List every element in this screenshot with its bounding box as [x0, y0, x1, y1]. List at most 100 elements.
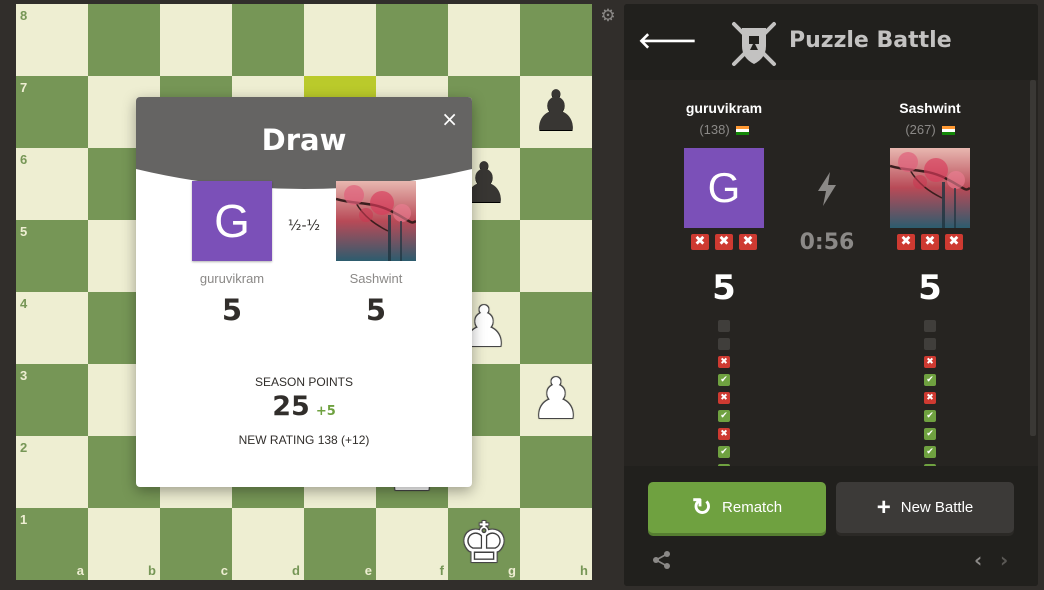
modal-header-background: [136, 97, 472, 189]
white-pawn-h3[interactable]: ♟: [520, 364, 592, 436]
x-icon: ✖: [718, 392, 730, 404]
check-icon: ✔: [718, 374, 730, 386]
panel-player1-score: 5: [712, 268, 736, 308]
square-e8[interactable]: [304, 4, 376, 76]
square-h5[interactable]: [520, 220, 592, 292]
lightning-bolt-icon: [818, 172, 836, 206]
square-f8[interactable]: [376, 4, 448, 76]
panel-header: 🡐 Puzzle Battle: [624, 4, 1038, 80]
season-points-row: 25 +5: [136, 391, 472, 422]
game-score: ½-½: [287, 218, 321, 234]
square-b8[interactable]: [88, 4, 160, 76]
x-icon: ✖: [924, 392, 936, 404]
square-a5[interactable]: 5: [16, 220, 88, 292]
square-c1[interactable]: c: [160, 508, 232, 580]
square-a8[interactable]: 8: [16, 4, 88, 76]
modal-title: Draw: [261, 123, 347, 157]
panel-player2-score: 5: [918, 268, 942, 308]
file-label: f: [439, 563, 444, 578]
square-f1[interactable]: f: [376, 508, 448, 580]
panel-player2-name[interactable]: Sashwint: [860, 100, 1000, 116]
check-icon: ✔: [924, 410, 936, 422]
empty-result-icon: [718, 338, 730, 350]
file-label: a: [76, 563, 84, 578]
rank-label: 2: [20, 440, 28, 455]
square-b1[interactable]: b: [88, 508, 160, 580]
battle-timer: 0:56: [799, 230, 855, 255]
chevron-right-icon[interactable]: ›: [1000, 548, 1008, 572]
square-h1[interactable]: h: [520, 508, 592, 580]
rank-label: 4: [20, 296, 28, 311]
panel-player1-avatar[interactable]: G: [684, 148, 764, 228]
x-icon: ✖: [718, 356, 730, 368]
square-h8[interactable]: [520, 4, 592, 76]
player1-name[interactable]: guruvikram: [172, 271, 292, 286]
season-points-label: SEASON POINTS: [254, 375, 354, 389]
player2-name[interactable]: Sashwint: [316, 271, 436, 286]
rematch-label: Rematch: [722, 499, 783, 516]
share-icon[interactable]: [652, 550, 672, 570]
square-h6[interactable]: [520, 148, 592, 220]
square-e1[interactable]: e: [304, 508, 376, 580]
black-pawn-h7[interactable]: ♟: [520, 76, 592, 148]
square-a1[interactable]: 1a: [16, 508, 88, 580]
close-icon[interactable]: ×: [441, 109, 458, 129]
rank-label: 1: [20, 512, 28, 527]
file-label: c: [220, 563, 228, 578]
check-icon: ✔: [924, 374, 936, 386]
square-d1[interactable]: d: [232, 508, 304, 580]
strike-x-icon: ✖: [897, 234, 915, 250]
season-points-delta: +5: [315, 404, 336, 419]
square-a2[interactable]: 2: [16, 436, 88, 508]
back-arrow-icon[interactable]: 🡐: [638, 30, 697, 54]
results-scrollbar[interactable]: [1030, 80, 1036, 436]
square-g8[interactable]: [448, 4, 520, 76]
rank-label: 3: [20, 368, 28, 383]
check-icon: ✔: [718, 446, 730, 458]
square-h4[interactable]: [520, 292, 592, 364]
square-c8[interactable]: [160, 4, 232, 76]
strike-x-icon: ✖: [691, 234, 709, 250]
strike-x-icon: ✖: [739, 234, 757, 250]
rank-label: 6: [20, 152, 28, 167]
chevron-left-icon[interactable]: ‹: [974, 548, 982, 572]
player1-score: 5: [221, 293, 243, 327]
season-points-value: 25: [272, 391, 310, 422]
player2-puzzle-results: ✖✔✖✔✔✔✔: [890, 320, 970, 466]
check-icon: ✔: [718, 410, 730, 422]
plus-icon: +: [876, 493, 891, 521]
square-a7[interactable]: 7: [16, 76, 88, 148]
rematch-icon: ↻: [691, 493, 713, 521]
rank-label: 5: [20, 224, 28, 239]
square-a4[interactable]: 4: [16, 292, 88, 364]
panel-player2-rating: (267): [905, 122, 936, 137]
panel-player2-avatar[interactable]: [890, 148, 970, 228]
square-a6[interactable]: 6: [16, 148, 88, 220]
white-king-g1[interactable]: ♚: [448, 508, 520, 580]
strike-x-icon: ✖: [921, 234, 939, 250]
empty-result-icon: [924, 320, 936, 332]
battle-shield-icon: [732, 22, 776, 66]
players-section: guruvikram (138) Sashwint (267) G ✖ ✖ ✖: [624, 80, 1030, 466]
square-d8[interactable]: [232, 4, 304, 76]
panel-player2-rating-row: (267): [860, 122, 1000, 137]
strike-x-icon: ✖: [715, 234, 733, 250]
player1-puzzle-results: ✖✔✖✔✖✔✔: [684, 320, 764, 466]
panel-player1-name[interactable]: guruvikram: [654, 100, 794, 116]
panel-player1-rating-row: (138): [654, 122, 794, 137]
rematch-button[interactable]: ↻ Rematch: [648, 482, 826, 533]
player1-avatar[interactable]: G: [192, 181, 272, 261]
player1-strikes: ✖ ✖ ✖: [684, 234, 764, 250]
puzzle-battle-panel: 🡐 Puzzle Battle guruvikram (138) Sashwin…: [624, 4, 1038, 586]
panel-footer: ↻ Rematch + New Battle ‹ ›: [624, 466, 1038, 586]
player2-avatar[interactable]: [336, 181, 416, 261]
rank-label: 8: [20, 8, 28, 23]
new-battle-label: New Battle: [900, 499, 974, 516]
x-icon: ✖: [924, 356, 936, 368]
x-icon: ✖: [718, 428, 730, 440]
game-result-modal: Draw × G ½-½ guruvikram Sashwint 5 5 SEA…: [136, 97, 472, 487]
gear-icon[interactable]: ⚙: [599, 7, 617, 25]
square-a3[interactable]: 3: [16, 364, 88, 436]
new-battle-button[interactable]: + New Battle: [836, 482, 1014, 533]
square-h2[interactable]: [520, 436, 592, 508]
